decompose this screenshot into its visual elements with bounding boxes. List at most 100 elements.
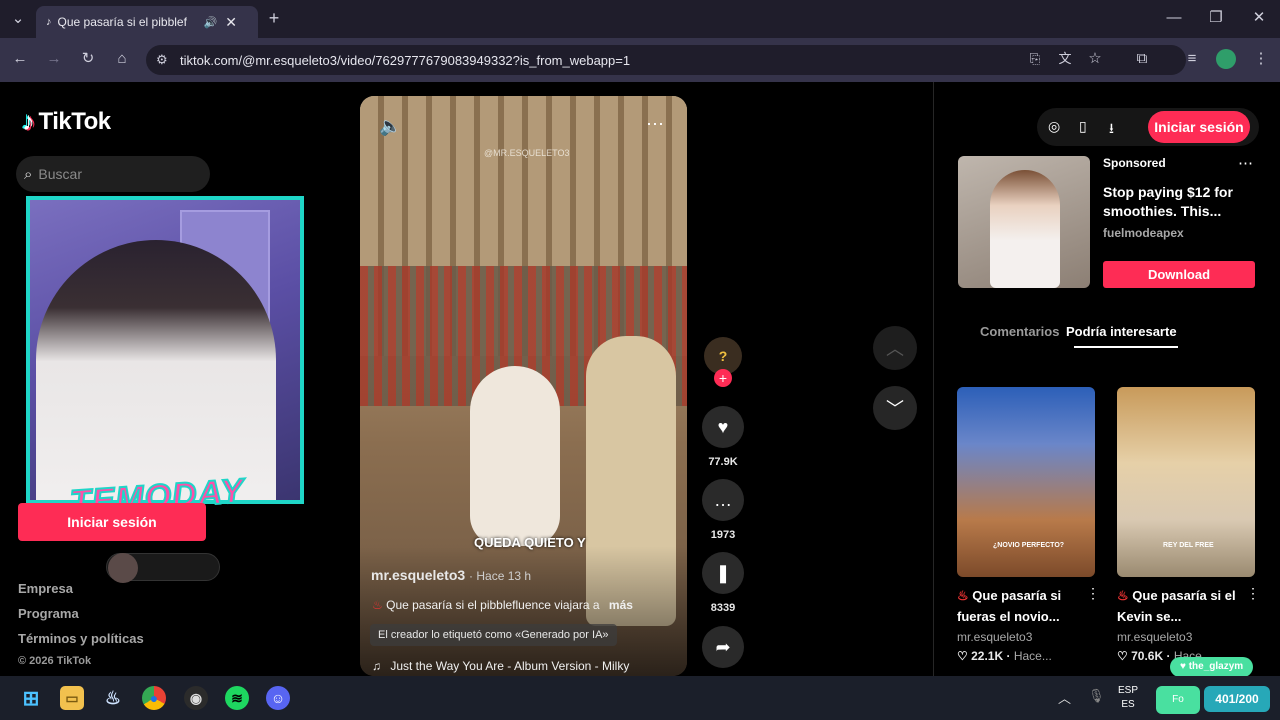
- forward-icon[interactable]: →: [44, 51, 64, 67]
- ai-generated-label: El creador lo etiquetó como «Generado po…: [370, 624, 617, 646]
- tab-close-icon[interactable]: ✕: [225, 14, 237, 31]
- audio-playing-icon[interactable]: 🔊: [204, 16, 218, 29]
- recommendation-more-icon[interactable]: ⋮: [1246, 585, 1260, 602]
- tray-overflow-icon[interactable]: ︿: [1058, 688, 1071, 707]
- previous-video-button[interactable]: ︿: [873, 326, 917, 370]
- author-name[interactable]: mr.esqueleto3: [371, 567, 465, 583]
- thumbnail-overlay-text: ¿NOVIO PERFECTO?: [993, 542, 1065, 549]
- browser-menu-icon[interactable]: ⋮: [1251, 51, 1271, 67]
- media-controls-icon[interactable]: ≡: [1182, 51, 1202, 67]
- discord-icon[interactable]: ☺: [266, 686, 290, 710]
- recommendation-author[interactable]: mr.esqueleto3: [957, 630, 1032, 644]
- extensions-icon[interactable]: ⧉: [1132, 51, 1152, 67]
- description-text: Que pasaría si el pibblefluence viajara …: [386, 598, 600, 612]
- video-watermark: @MR.ESQUELETO3: [484, 148, 570, 158]
- follow-widget: Fo: [1156, 686, 1200, 714]
- save-button[interactable]: ❚: [702, 552, 744, 594]
- music-row[interactable]: ♫ Just the Way You Are - Album Version -…: [372, 659, 682, 673]
- recommendation-more-icon[interactable]: ⋮: [1086, 585, 1100, 602]
- follow-tag-badge: ♥ the_glazym: [1170, 657, 1254, 677]
- browser-tab[interactable]: ♪ Que pasaría si el pibblef 🔊 ✕: [36, 6, 258, 38]
- video-more-icon[interactable]: ⋯: [646, 114, 665, 135]
- more-link[interactable]: más: [609, 598, 633, 612]
- sponsored-label: Sponsored: [1103, 156, 1166, 170]
- ad-download-button[interactable]: Download: [1103, 261, 1255, 288]
- minimize-icon[interactable]: —: [1164, 10, 1184, 26]
- recommendation-author[interactable]: mr.esqueleto3: [1117, 630, 1192, 644]
- tab-recommendations[interactable]: Podría interesarte: [1066, 324, 1177, 339]
- windows-start-icon[interactable]: ⊞: [19, 686, 43, 710]
- profile-avatar[interactable]: [1216, 49, 1236, 69]
- tab-list-icon[interactable]: ⌄: [8, 11, 28, 27]
- search-input[interactable]: ⌕ Buscar: [16, 156, 210, 192]
- video-description: ♨ Que pasaría si el pibblefluence viajar…: [372, 598, 633, 612]
- chevron-down-icon: ﹀: [886, 399, 904, 419]
- panel-divider: [933, 82, 934, 676]
- follow-widget-label: Fo: [1172, 694, 1184, 705]
- bookmark-star-icon[interactable]: ☆: [1085, 51, 1105, 67]
- site-info-icon[interactable]: ⚙: [156, 52, 168, 68]
- footer-copyright: © 2026 TikTok: [18, 655, 92, 667]
- header-login-button[interactable]: Iniciar sesión: [1148, 111, 1250, 143]
- tiktok-note-icon: ♪: [22, 106, 35, 136]
- comment-icon: …: [714, 489, 732, 510]
- install-app-icon[interactable]: ⎘: [1025, 51, 1045, 67]
- window-close-icon[interactable]: ✕: [1249, 10, 1269, 26]
- dog-figure: [470, 366, 560, 546]
- spotify-icon[interactable]: ≋: [225, 686, 249, 710]
- heart-outline-icon: ♡: [1117, 649, 1128, 663]
- title-emoji-icon: ♨: [1117, 588, 1129, 603]
- new-tab-icon[interactable]: +: [264, 9, 284, 27]
- follow-plus-icon[interactable]: +: [714, 369, 732, 387]
- mute-icon[interactable]: 🔈: [379, 116, 401, 137]
- translate-icon[interactable]: 文: [1055, 51, 1075, 67]
- maximize-icon[interactable]: ❐: [1206, 10, 1226, 26]
- recommendation-time: Hace...: [1013, 649, 1052, 663]
- search-icon: ⌕: [24, 165, 33, 183]
- tiktok-logo[interactable]: ♪ TikTok: [22, 106, 111, 137]
- microphone-icon[interactable]: 🎙: [1088, 688, 1105, 704]
- comment-button[interactable]: …: [702, 479, 744, 521]
- reload-icon[interactable]: ↻: [78, 51, 98, 67]
- language-bottom: ES: [1121, 699, 1135, 710]
- ad-account[interactable]: fuelmodeapex: [1103, 226, 1184, 240]
- share-button[interactable]: ➦: [702, 626, 744, 668]
- footer-program-link[interactable]: Programa: [18, 606, 79, 621]
- thumbnail-overlay-text: REY DEL FREE: [1163, 542, 1214, 549]
- file-explorer-icon[interactable]: ▭: [60, 686, 84, 710]
- recommendation-title[interactable]: ♨ Que pasaría si el Kevin se...: [1117, 585, 1255, 627]
- back-icon[interactable]: ←: [10, 51, 30, 67]
- stats-separator: ·: [1166, 649, 1171, 663]
- steam-icon[interactable]: ♨: [101, 686, 125, 710]
- next-video-button[interactable]: ﹀: [873, 386, 917, 430]
- heart-outline-icon: ♡: [957, 649, 968, 663]
- ad-title[interactable]: Stop paying $12 for smoothies. This...: [1103, 183, 1243, 221]
- ad-person: [990, 170, 1060, 288]
- recommendation-title-text: Que pasaría si fueras el novio...: [957, 588, 1062, 624]
- home-icon[interactable]: ⌂: [112, 51, 132, 67]
- footer-terms-link[interactable]: Términos y políticas: [18, 631, 144, 646]
- chrome-icon[interactable]: ●: [142, 686, 166, 710]
- coins-icon[interactable]: ◎: [1048, 118, 1060, 135]
- title-emoji-icon: ♨: [957, 588, 969, 603]
- tab-comments[interactable]: Comentarios: [980, 324, 1059, 339]
- video-author[interactable]: mr.esqueleto3 · Hace 13 h: [371, 567, 531, 583]
- footer-company-link[interactable]: Empresa: [18, 581, 73, 596]
- recommendation-stats: ♡ 22.1K · Hace...: [957, 649, 1052, 663]
- ad-thumbnail[interactable]: [958, 156, 1090, 288]
- device-icon[interactable]: ▯: [1079, 118, 1087, 135]
- obs-icon[interactable]: ◉: [184, 686, 208, 710]
- recommendation-thumbnail[interactable]: ¿NOVIO PERFECTO?: [957, 387, 1095, 577]
- recommendation-title[interactable]: ♨ Que pasaría si fueras el novio...: [957, 585, 1095, 627]
- recommendation-likes: 22.1K: [971, 649, 1004, 663]
- like-button[interactable]: ♥: [702, 406, 744, 448]
- ad-more-icon[interactable]: ⋯: [1238, 154, 1253, 172]
- language-top: ESP: [1118, 685, 1139, 696]
- download-icon[interactable]: ⭳: [1109, 118, 1114, 142]
- recommendation-thumbnail[interactable]: REY DEL FREE: [1117, 387, 1255, 577]
- video-player[interactable]: @MR.ESQUELETO3 QUEDA QUIETO Y: [360, 96, 687, 676]
- share-icon: ➦: [715, 636, 731, 657]
- language-indicator[interactable]: ESP ES: [1118, 684, 1138, 712]
- login-button[interactable]: Iniciar sesión: [18, 503, 206, 541]
- streamer-webcam-overlay: [26, 196, 304, 504]
